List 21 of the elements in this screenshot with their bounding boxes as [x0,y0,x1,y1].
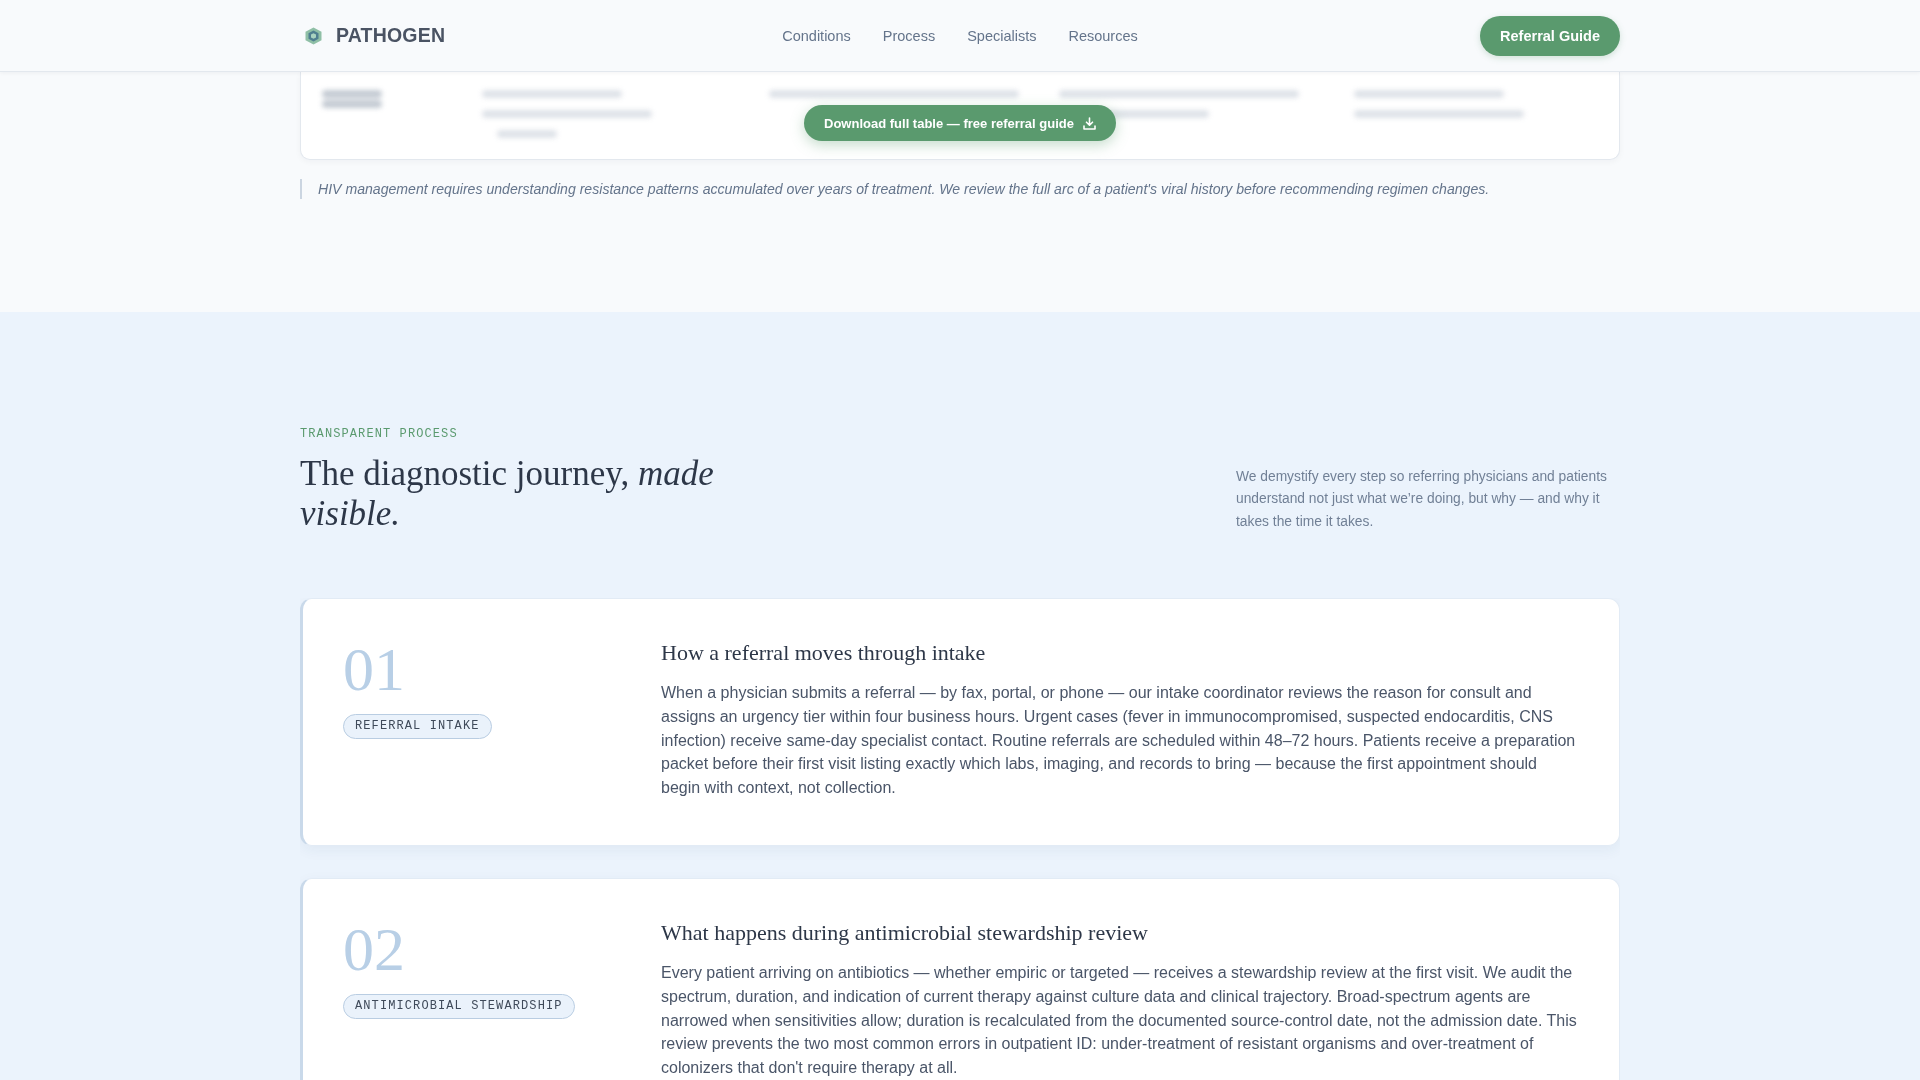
step-title: How a referral moves through intake [661,639,987,667]
step-tag: REFERRAL INTAKE [343,714,492,739]
nav-link[interactable]: Specialists [967,27,1037,44]
download-icon [1082,116,1096,130]
step-title: What happens during antimicrobial stewardship review [661,919,1149,947]
step-description: When a physician submits a referral — by fax, portal, or phone — our intake coordinator reviews the reason for consult and assigns an urgency tier within four business hours. Urgent cases (fever in immunocompromised, suspected endocarditis, CNS infection) receive same-day specialist contact. Routine referrals are scheduled within 48–72 hours. Patients receive a preparation packet before their first visit listing exactly which labs, imaging, and records to bring — because the first appointment should begin with context, not collection. [661,683,1577,799]
referral-guide-button[interactable]: Referral Guide [1480,15,1620,56]
step-tag: ANTIMICROBIAL STEWARDSHIP [343,994,575,1019]
step-number: 02 [343,918,405,980]
section-heading: The diagnostic journey, made visible. [300,454,715,534]
nav-link[interactable]: Conditions [782,27,851,44]
brand-name: PATHOGEN [336,24,446,47]
note-text: HIV management requires understanding resistance patterns accumulated over years of treatment. We review the full arc of a patient's viral history before recommending regimen changes. [300,179,1620,199]
nav-link[interactable]: Process [882,27,936,44]
download-table-button[interactable]: Download full table — free referral guide [804,105,1116,141]
hexagon-logo-icon [305,26,322,45]
step-description: Every patient arriving on antibiotics — whether empiric or targeted — receives a stewardship review at the first visit. We audit the spectrum, duration, and indication of current therapy against culture data and clinical trajectory. Broad-spectrum agents are narrowed when sensitivities allow; duration is recalculated from the documented source-control date, not the admission date. This review prevents the two most common errors in outpatient ID: under-treatment of resistant organisms and over-treatment of colonizers that don't require therapy at all. [661,963,1578,1079]
nav-link[interactable]: Resources [1068,27,1138,44]
step-number: 01 [343,638,405,700]
section-intro: We demystify every step so referring physicians and patients understand not just what we’re doing, but why — and why it takes the time it takes. [1236,467,1608,531]
section-eyebrow: TRANSPARENT PROCESS [300,426,459,442]
